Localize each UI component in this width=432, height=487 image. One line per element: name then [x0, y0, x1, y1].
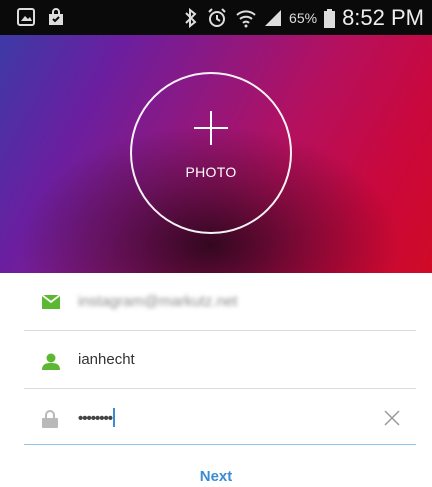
add-photo-button[interactable]: PHOTO [130, 72, 292, 234]
battery-percent: 65% [289, 10, 318, 26]
password-value: •••••••• [78, 410, 113, 427]
status-left-icons [17, 8, 65, 26]
clock: 8:52 PM [342, 5, 424, 30]
close-icon[interactable] [384, 410, 400, 426]
photo-label: PHOTO [185, 164, 237, 180]
plus-icon [194, 111, 228, 145]
password-field[interactable]: •••••••• [24, 390, 416, 447]
signal-icon [264, 9, 282, 27]
password-input[interactable]: •••••••• [78, 408, 116, 427]
wifi-icon [235, 7, 257, 29]
bluetooth-icon [183, 7, 199, 29]
gallery-icon [17, 8, 35, 26]
email-field[interactable]: instagram@markutz.net [24, 275, 416, 332]
alarm-icon [206, 7, 228, 29]
username-divider [24, 388, 416, 389]
status-bar: 65% 8:52 PM [0, 0, 432, 35]
password-divider [24, 444, 416, 445]
shopping-bag-icon [47, 8, 65, 26]
lock-icon [42, 410, 60, 428]
status-right-icons: 65% 8:52 PM [183, 5, 424, 31]
header-gradient: PHOTO [0, 35, 432, 273]
username-value: ianhecht [78, 351, 135, 368]
next-button[interactable]: Next [0, 468, 432, 485]
email-value: instagram@markutz.net [78, 293, 238, 310]
person-icon [42, 353, 60, 370]
email-divider [24, 330, 416, 331]
username-field[interactable]: ianhecht [24, 333, 416, 390]
text-cursor [113, 408, 116, 427]
mail-icon [41, 294, 61, 311]
battery-icon [324, 8, 336, 28]
